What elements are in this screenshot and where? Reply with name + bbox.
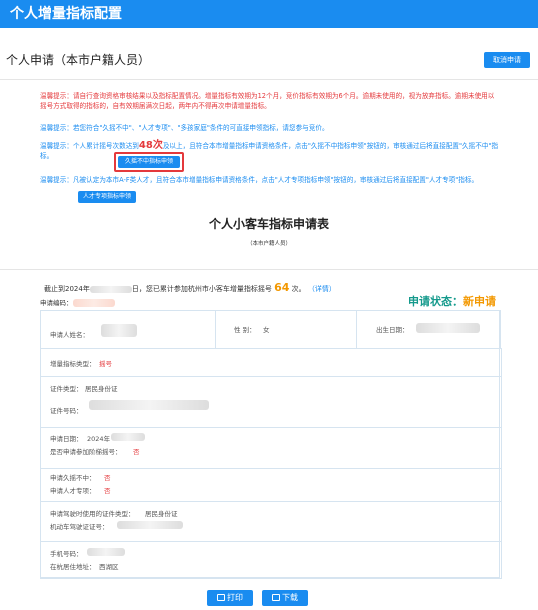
redacted-name (101, 324, 137, 337)
talent-value: 否 (104, 487, 111, 495)
section-header: 个人申请（本市户籍人员） 取消申请 (0, 44, 538, 74)
apply-date-value: 2024年 (87, 435, 111, 443)
talent-apply-button[interactable]: 人才专项指标申领 (78, 191, 136, 203)
status-value: 新申请 (463, 295, 496, 308)
print-button[interactable]: 打印 (207, 590, 253, 606)
id-type-value: 居民身份证 (85, 385, 118, 393)
lottery-count-highlight: 48次 (138, 140, 163, 151)
address-label: 在杭居住地址： (50, 563, 96, 571)
application-number: 申请编码： (40, 297, 115, 307)
redacted-driver-license (117, 521, 183, 529)
application-form-table: 申请人姓名： 性 别： 女 出生日期： 增量指标类型： 摇号 证件类型： 居民身… (40, 310, 502, 579)
appno-label: 申请编码： (40, 299, 73, 307)
address-value: 西湖区 (99, 563, 119, 571)
form-subtitle: （本市户籍人员） (246, 241, 291, 247)
auction-label: 是否申请参加阶梯摇号： (50, 448, 122, 456)
lottery-count: 64 (274, 281, 290, 294)
download-icon (272, 594, 280, 601)
notice-direct-quota: 温馨提示：若您符合"久摇不中"、"人才专项"、"多孩家庭"条件的可直接申领指标，… (40, 124, 329, 132)
gender-label: 性 别： (234, 326, 256, 334)
quota-type-value: 摇号 (99, 360, 112, 368)
driver-license-label: 机动车驾驶证证号： (50, 523, 109, 531)
contact-row (40, 541, 502, 579)
notice-validity: 温馨提示：请自行查询资格审核结果以及指标配置情况。增量指标有效期为12个月，竞价… (40, 92, 495, 110)
download-button[interactable]: 下载 (262, 590, 308, 606)
application-status: 申请状态：新申请 (408, 293, 496, 309)
page-header: 个人增量指标配置 (0, 0, 538, 28)
notice-talent: 温馨提示：凡被认定为本市A-F类人才，且符合本市增量指标申请资格条件，点击"人才… (40, 176, 479, 184)
stat-prefix: 截止到2024年 (44, 285, 90, 293)
phone-label: 手机号码： (50, 550, 83, 558)
quota-type-label: 增量指标类型： (50, 360, 96, 368)
long-lottery-value: 否 (104, 474, 111, 482)
redacted-appno (72, 299, 115, 307)
id-type-label: 证件类型： (50, 385, 83, 393)
page-title: 个人增量指标配置 (10, 6, 122, 22)
lottery-stat-line: 截止到2024年 日，您已累计参加杭州市小客车增量指标摇号 64 次。 （详情） (44, 281, 336, 294)
divider (0, 269, 538, 270)
id-number-label: 证件号码： (50, 407, 83, 415)
driver-id-type-label: 申请驾驶时使用的证件类型： (50, 510, 135, 518)
redacted-date (89, 285, 132, 293)
apply-date-label: 申请日期： (50, 435, 83, 443)
redacted-id-number (89, 400, 209, 410)
notice-long-lottery-pre: 温馨提示：个人累计摇号次数达到 (40, 142, 139, 150)
auction-value: 否 (133, 448, 140, 456)
download-label: 下载 (282, 593, 298, 602)
stat-middle: 日，您已累计参加杭州市小客车增量指标摇号 (131, 285, 272, 293)
print-label: 打印 (227, 593, 243, 602)
redacted-apply-date (111, 433, 145, 441)
gender-value: 女 (263, 326, 270, 334)
notice-long-lottery: 温馨提示：个人累计摇号次数达到48次及以上，且符合本市增量指标申请资格条件，点击… (40, 141, 500, 161)
long-lottery-label: 申请久摇不中： (50, 474, 96, 482)
talent-label: 申请人才专项： (50, 487, 96, 495)
redacted-phone (87, 548, 125, 556)
driver-id-type-value: 居民身份证 (145, 510, 178, 518)
name-label: 申请人姓名： (50, 331, 89, 339)
status-label: 申请状态： (408, 295, 463, 308)
redacted-birthdate (416, 323, 480, 333)
long-lottery-apply-button[interactable]: 久摇不中指标申领 (118, 156, 180, 168)
birth-label: 出生日期： (376, 326, 409, 334)
printer-icon (217, 594, 225, 601)
section-title: 个人申请（本市户籍人员） (6, 53, 151, 67)
stat-suffix: 次。 (291, 285, 306, 293)
cancel-application-button[interactable]: 取消申请 (484, 52, 530, 68)
detail-link[interactable]: （详情） (308, 285, 336, 293)
form-title: 个人小客车指标申请表 (208, 217, 329, 231)
divider (0, 79, 538, 80)
